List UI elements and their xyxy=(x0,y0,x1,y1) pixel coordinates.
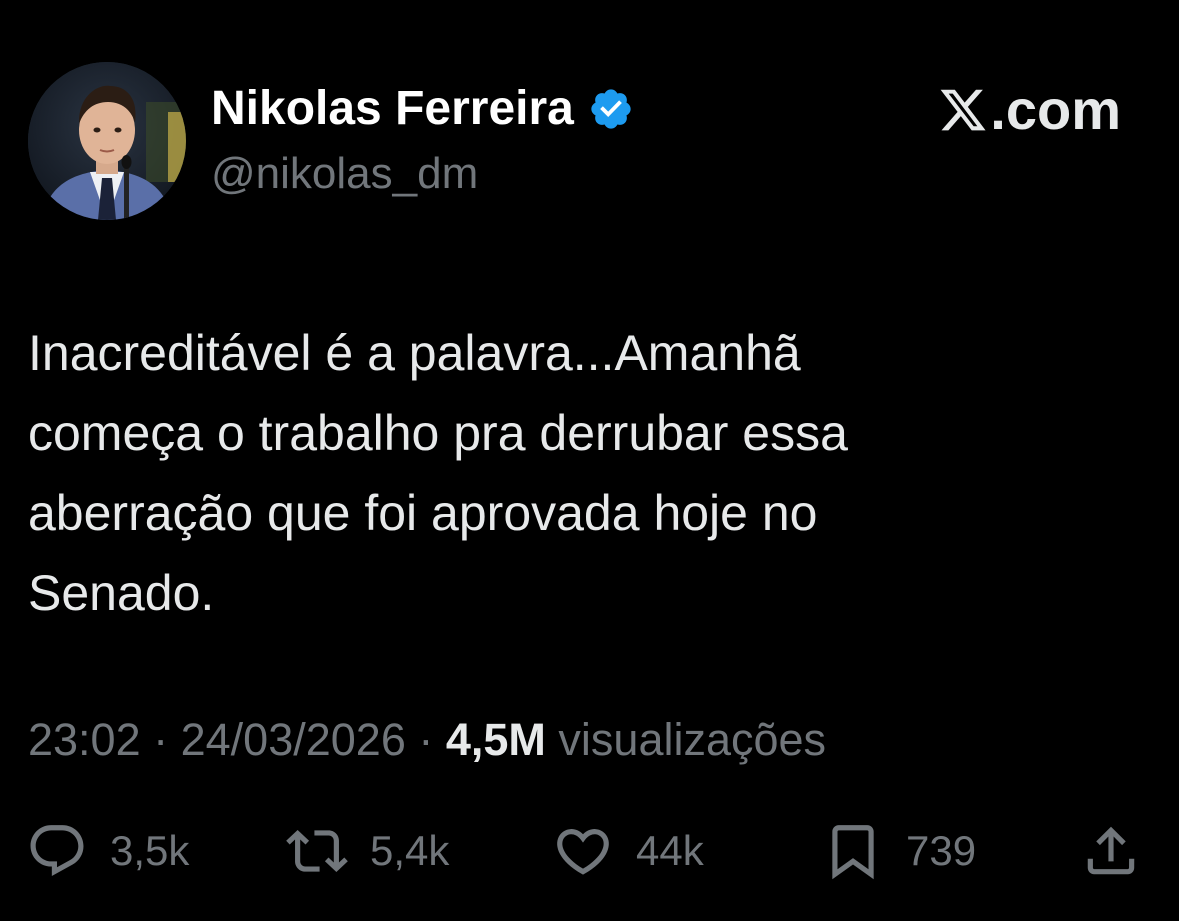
reply-count: 3,5k xyxy=(110,827,190,874)
tweet-text-line: começa o trabalho pra derrubar essa xyxy=(28,405,848,461)
avatar[interactable] xyxy=(28,62,186,220)
bookmark-button[interactable]: 739 xyxy=(822,818,976,884)
repost-count: 5,4k xyxy=(370,827,450,874)
action-bar: 3,5k 5,4k 44k 739 xyxy=(0,818,1179,884)
post-time[interactable]: 23:02 xyxy=(28,714,141,765)
post-date[interactable]: 24/03/2026 xyxy=(181,714,406,765)
bookmark-icon xyxy=(832,825,874,880)
repost-icon xyxy=(286,830,348,872)
tweet-text-line: Senado. xyxy=(28,565,215,621)
x-logo-icon xyxy=(940,89,986,131)
share-button[interactable] xyxy=(1080,818,1142,884)
tweet-text-line: aberração que foi aprovada hoje no xyxy=(28,485,818,541)
reply-icon xyxy=(30,825,84,877)
meta-separator: · xyxy=(405,714,446,765)
bookmark-count: 739 xyxy=(906,827,977,874)
profile-photo xyxy=(28,62,186,220)
tweet-text-line: Inacreditável é a palavra...Amanhã xyxy=(28,325,801,381)
meta-separator: · xyxy=(140,714,181,765)
like-button[interactable]: 44k xyxy=(552,818,704,884)
tweet-text: Inacreditável é a palavra...Amanhã começ… xyxy=(28,313,1108,633)
verified-badge-icon xyxy=(591,89,631,129)
views-label: visualizações xyxy=(558,714,827,765)
tweet-meta: 23:02 · 24/03/2026 · 4,5M visualizações xyxy=(28,710,826,770)
brand-suffix: .com xyxy=(990,78,1121,141)
like-count: 44k xyxy=(636,827,704,874)
display-name-row[interactable]: Nikolas Ferreira xyxy=(211,80,634,138)
brand-watermark: .com xyxy=(938,80,1121,140)
display-name[interactable]: Nikolas Ferreira xyxy=(211,80,574,138)
heart-icon xyxy=(557,829,609,875)
repost-button[interactable]: 5,4k xyxy=(286,818,449,884)
views-count: 4,5M xyxy=(445,714,546,765)
reply-button[interactable]: 3,5k xyxy=(26,818,189,884)
share-icon xyxy=(1087,826,1135,875)
user-handle[interactable]: @nikolas_dm xyxy=(211,146,478,202)
